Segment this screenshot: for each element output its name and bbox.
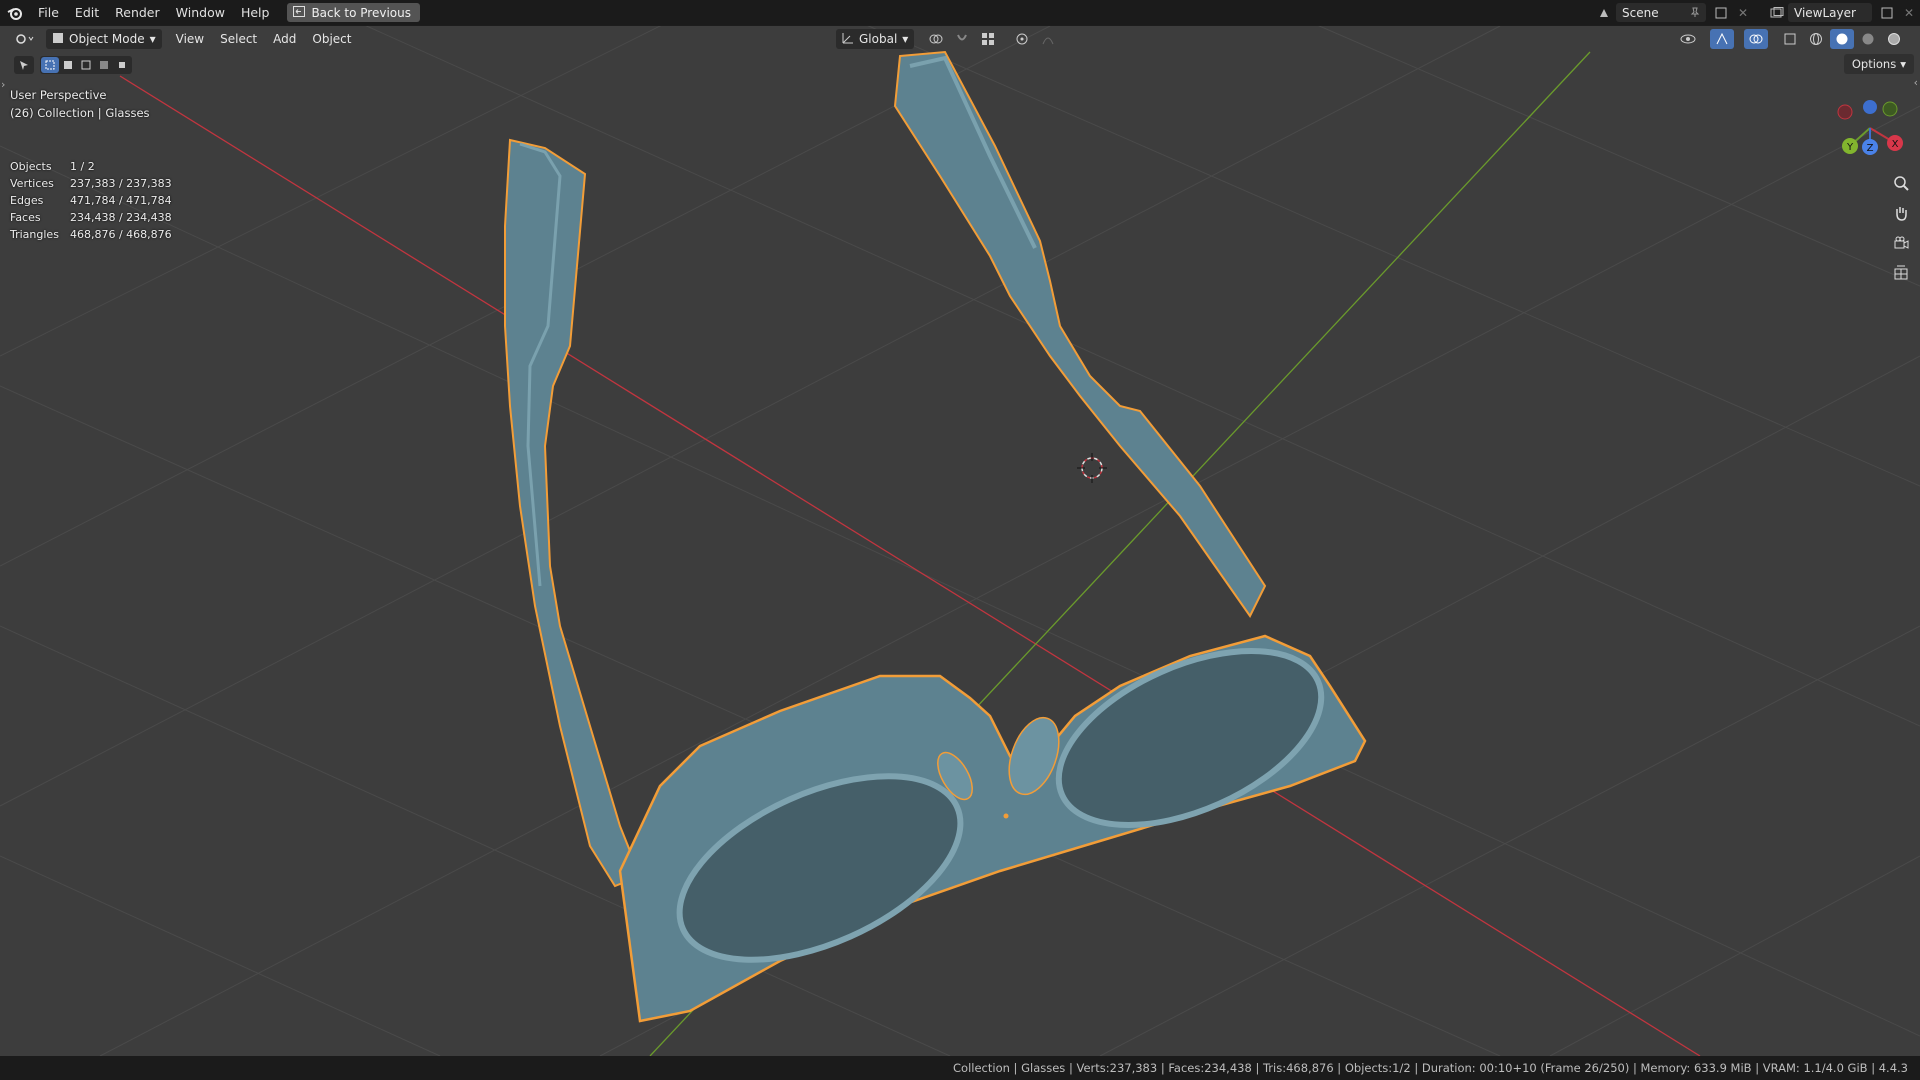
select-new-icon[interactable] [41, 57, 59, 73]
menu-view[interactable]: View [168, 32, 212, 46]
stat-label: Faces [10, 211, 41, 224]
material-shading-icon[interactable] [1856, 29, 1880, 49]
delete-viewlayer-icon[interactable]: ✕ [1898, 3, 1920, 22]
orientation-icon [842, 32, 854, 47]
statistics-overlay: Objects 1 / 2 Vertices 237,383 / 237,383 E… [10, 158, 172, 243]
perspective-label: User Perspective [10, 88, 107, 102]
falloff-icon[interactable] [1036, 29, 1060, 49]
proportional-editing-icon[interactable] [1010, 29, 1034, 49]
back-icon [293, 5, 306, 20]
options-dropdown[interactable]: Options ▾ [1843, 54, 1914, 74]
pan-hand-icon[interactable] [1888, 200, 1914, 226]
snap-target-icon[interactable] [976, 29, 1000, 49]
gizmo-neg-x[interactable] [1837, 104, 1853, 120]
stat-row: Objects 1 / 2 [10, 158, 172, 175]
options-label: Options [1851, 57, 1897, 71]
blender-logo-icon[interactable] [0, 0, 30, 25]
viewport-overlay-info: User Perspective (26) Collection | Glass… [10, 86, 150, 122]
menu-file[interactable]: File [30, 0, 67, 25]
snap-toggle-icon[interactable] [950, 29, 974, 49]
camera-icon[interactable] [1888, 230, 1914, 256]
status-info: Collection | Glasses | Verts:237,383 | F… [953, 1061, 1908, 1075]
viewport-header: Object Mode ▾ View Select Add Object Glo… [0, 26, 1920, 52]
top-menubar: File Edit Render Window Help Back to Pre… [0, 0, 1920, 25]
3d-cursor-icon[interactable] [1077, 453, 1107, 483]
menu-render[interactable]: Render [107, 0, 168, 25]
tweak-tool-icon[interactable] [14, 56, 34, 74]
x-axis-line [119, 75, 1701, 1056]
object-mode-icon [52, 32, 64, 47]
viewport-scene: X Y Z [0, 26, 1920, 1056]
chevron-down-icon: ▾ [149, 32, 156, 46]
status-bar: Collection | Glasses | Verts:237,383 | F… [0, 1056, 1920, 1080]
object-mode-label: Object Mode [69, 32, 145, 46]
transform-orientation-dropdown[interactable]: Global ▾ [836, 29, 915, 49]
select-intersect-icon[interactable] [113, 57, 131, 73]
menu-add[interactable]: Add [265, 32, 304, 46]
new-viewlayer-icon[interactable] [1876, 3, 1898, 22]
toolbar-toggle-icon[interactable]: › [1, 78, 5, 91]
scene-name: Scene [1622, 5, 1659, 20]
back-to-previous-label: Back to Previous [311, 5, 411, 20]
viewlayer-name: ViewLayer [1794, 5, 1856, 20]
gizmo-z-label: Z [1867, 143, 1874, 154]
transform-orientation-label: Global [859, 32, 898, 46]
stat-value: 468,876 / 468,876 [70, 228, 172, 241]
stat-label: Objects [10, 160, 52, 173]
viewlayer-name-field[interactable]: ViewLayer [1788, 3, 1872, 22]
gizmo-x-label: X [1892, 139, 1899, 150]
stat-row: Vertices 237,383 / 237,383 [10, 175, 172, 192]
stat-value: 234,438 / 234,438 [70, 211, 172, 224]
select-invert-icon[interactable] [95, 57, 113, 73]
3d-viewport[interactable]: X Y Z Object Mode ▾ View Select Add Obje… [0, 26, 1920, 1056]
delete-scene-icon[interactable]: ✕ [1732, 3, 1754, 22]
menu-edit[interactable]: Edit [67, 0, 107, 25]
chevron-down-icon: ▾ [1900, 57, 1906, 71]
stat-row: Triangles 468,876 / 468,876 [10, 226, 172, 243]
stat-value: 471,784 / 471,784 [70, 194, 172, 207]
wireframe-shading-icon[interactable] [1804, 29, 1828, 49]
visibility-icon[interactable] [1676, 29, 1700, 49]
menu-select[interactable]: Select [212, 32, 265, 46]
collection-label: (26) Collection | Glasses [10, 106, 150, 120]
chevron-down-icon: ▾ [902, 32, 909, 46]
editor-type-icon[interactable] [10, 29, 40, 49]
gizmo-neg-z[interactable] [1863, 100, 1877, 114]
menu-object[interactable]: Object [304, 32, 359, 46]
sidebar-toggle-icon[interactable]: ‹ [1914, 76, 1918, 89]
stat-label: Edges [10, 194, 44, 207]
overlay-toggle-icon[interactable] [1744, 29, 1768, 49]
stat-row: Faces 234,438 / 234,438 [10, 209, 172, 226]
select-extend-icon[interactable] [59, 57, 77, 73]
menu-window[interactable]: Window [168, 0, 233, 25]
stat-value: 237,383 / 237,383 [70, 177, 172, 190]
gizmo-toggle-icon[interactable] [1710, 29, 1734, 49]
object-mode-dropdown[interactable]: Object Mode ▾ [46, 29, 162, 49]
xray-toggle-icon[interactable] [1778, 29, 1802, 49]
glasses-model[interactable] [504, 50, 1367, 1023]
viewlayer-browse-icon[interactable] [1766, 3, 1788, 22]
stat-value: 1 / 2 [70, 160, 95, 173]
selection-mode-group [40, 56, 132, 74]
pivot-point-icon[interactable] [924, 29, 948, 49]
new-scene-icon[interactable] [1710, 3, 1732, 22]
orthographic-grid-icon[interactable] [1888, 260, 1914, 286]
gizmo-y-label: Y [1846, 142, 1854, 153]
pin-icon[interactable] [1690, 6, 1700, 20]
stat-label: Vertices [10, 177, 54, 190]
rendered-shading-icon[interactable] [1882, 29, 1906, 49]
solid-shading-icon[interactable] [1830, 29, 1854, 49]
scene-browse-icon[interactable] [1594, 3, 1616, 22]
stat-label: Triangles [10, 228, 59, 241]
tool-row [14, 56, 132, 74]
gizmo-neg-y[interactable] [1882, 101, 1898, 117]
stat-row: Edges 471,784 / 471,784 [10, 192, 172, 209]
scene-name-field[interactable]: Scene [1616, 3, 1706, 22]
back-to-previous-button[interactable]: Back to Previous [287, 3, 420, 22]
select-subtract-icon[interactable] [77, 57, 95, 73]
zoom-icon[interactable] [1888, 170, 1914, 196]
navigation-gizmo[interactable]: X Y Z [1837, 100, 1903, 155]
menu-help[interactable]: Help [233, 0, 278, 25]
